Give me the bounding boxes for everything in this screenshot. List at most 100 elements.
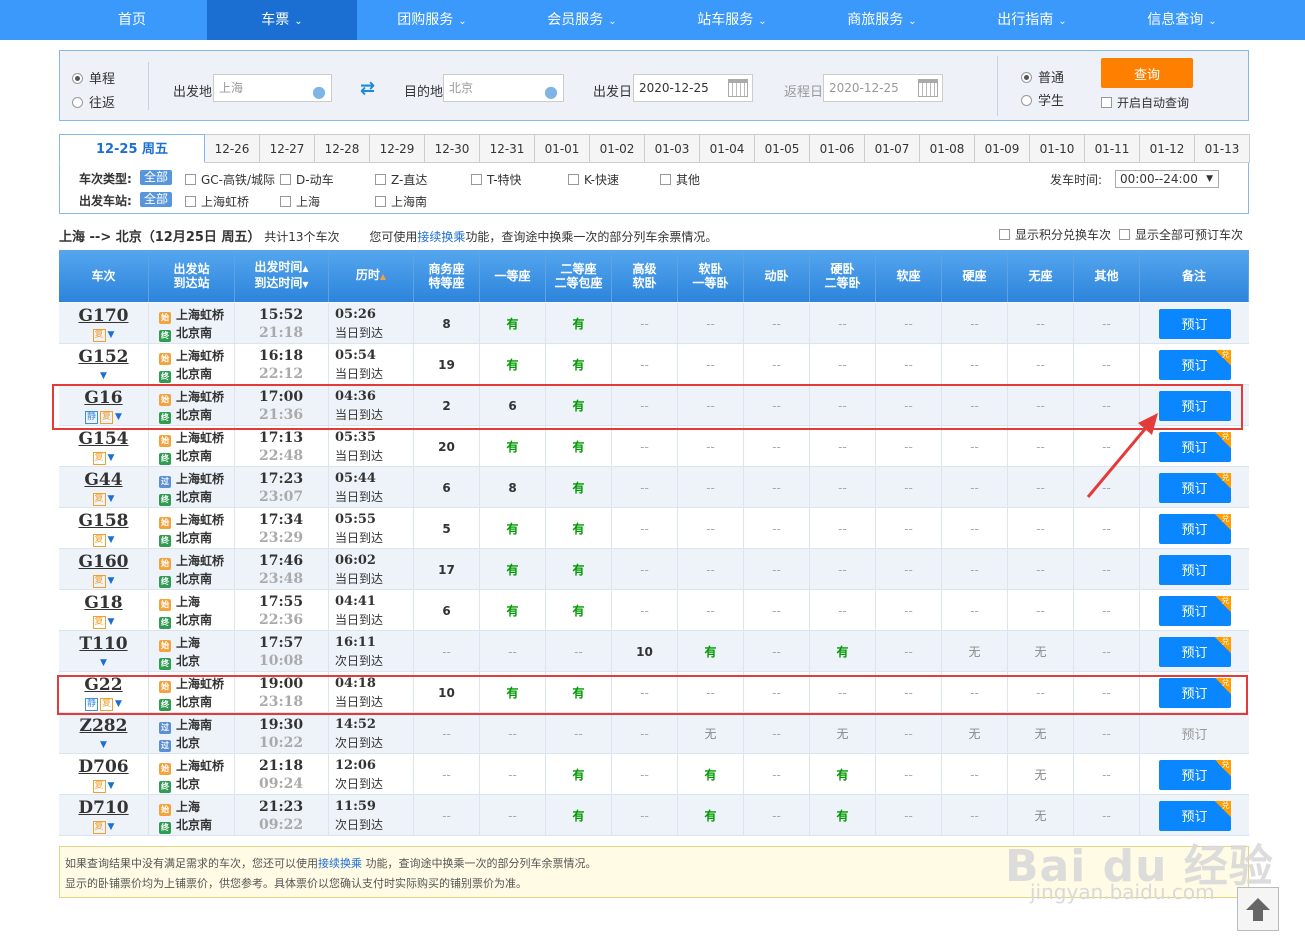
- station-checkbox[interactable]: 上海南: [375, 193, 427, 210]
- auto-query-checkbox[interactable]: 开启自动查询: [1101, 94, 1189, 111]
- expand-arrow-icon[interactable]: ▼: [100, 371, 107, 381]
- seat-availability[interactable]: 有: [480, 303, 546, 344]
- expand-arrow-icon[interactable]: ▼: [108, 822, 115, 832]
- expand-arrow-icon[interactable]: ▼: [108, 330, 115, 340]
- train-number-link[interactable]: G158: [78, 511, 128, 531]
- expand-arrow-icon[interactable]: ▼: [100, 658, 107, 668]
- seat-availability[interactable]: 有: [480, 344, 546, 385]
- book-button[interactable]: 预订: [1158, 554, 1231, 585]
- tab-date[interactable]: 01-02: [590, 134, 645, 163]
- seat-availability[interactable]: 有: [546, 549, 612, 590]
- tab-date[interactable]: 01-07: [865, 134, 920, 163]
- swap-icon[interactable]: ⇄: [360, 78, 375, 99]
- nav-item[interactable]: 团购服务 ⌄: [357, 0, 507, 40]
- seat-availability[interactable]: 有: [810, 795, 876, 836]
- search-button[interactable]: 查询: [1101, 58, 1193, 88]
- seat-availability[interactable]: 有: [546, 344, 612, 385]
- tab-date[interactable]: 01-13: [1195, 134, 1250, 163]
- book-button[interactable]: 预订兑: [1158, 513, 1231, 544]
- nav-item[interactable]: 首页: [57, 0, 207, 40]
- train-type-checkbox[interactable]: K-快速: [568, 171, 619, 188]
- nav-item[interactable]: 出行指南 ⌄: [957, 0, 1107, 40]
- seat-availability[interactable]: 6: [414, 590, 480, 631]
- seat-availability[interactable]: 有: [480, 549, 546, 590]
- train-number-link[interactable]: G170: [78, 306, 128, 326]
- seat-availability[interactable]: 有: [546, 426, 612, 467]
- book-button[interactable]: 预订: [1158, 308, 1231, 339]
- tab-date[interactable]: 01-03: [645, 134, 700, 163]
- train-number-link[interactable]: G18: [84, 593, 122, 613]
- station-checkbox[interactable]: 上海: [280, 193, 320, 210]
- tab-date[interactable]: 12-31: [480, 134, 535, 163]
- train-number-link[interactable]: G44: [84, 470, 122, 490]
- train-type-checkbox[interactable]: GC-高铁/城际: [185, 171, 275, 188]
- seat-availability[interactable]: 19: [414, 344, 480, 385]
- tab-date[interactable]: 01-01: [535, 134, 590, 163]
- seat-availability[interactable]: 有: [678, 754, 744, 795]
- seat-availability[interactable]: 8: [480, 467, 546, 508]
- one-way-radio[interactable]: 单程: [72, 68, 115, 87]
- seat-availability[interactable]: 有: [546, 303, 612, 344]
- seat-availability[interactable]: 5: [414, 508, 480, 549]
- sort-icon[interactable]: ▲: [380, 272, 386, 281]
- tab-date[interactable]: 12-27: [260, 134, 315, 163]
- nav-item[interactable]: 站车服务 ⌄: [657, 0, 807, 40]
- train-number-link[interactable]: D710: [78, 798, 128, 818]
- transfer-link[interactable]: 接续换乘: [318, 857, 362, 870]
- book-button[interactable]: 预订兑: [1158, 595, 1231, 626]
- train-number-link[interactable]: T110: [79, 634, 127, 654]
- seat-availability[interactable]: 20: [414, 426, 480, 467]
- points-checkbox[interactable]: 显示积分兑换车次: [999, 226, 1111, 243]
- seat-availability[interactable]: 有: [480, 590, 546, 631]
- expand-arrow-icon[interactable]: ▼: [108, 535, 115, 545]
- column-header[interactable]: 出发时间▲ 到达时间▼: [235, 250, 329, 302]
- seat-availability[interactable]: 10: [612, 631, 678, 672]
- train-type-checkbox[interactable]: 其他: [660, 171, 700, 188]
- tab-date[interactable]: 12-29: [370, 134, 425, 163]
- nav-item[interactable]: 信息查询 ⌄: [1107, 0, 1257, 40]
- tab-date[interactable]: 01-12: [1140, 134, 1195, 163]
- to-input[interactable]: 北京 ●: [443, 74, 564, 102]
- seat-availability[interactable]: 有: [546, 795, 612, 836]
- tab-date[interactable]: 01-08: [920, 134, 975, 163]
- seat-availability[interactable]: 有: [480, 508, 546, 549]
- seat-availability[interactable]: 6: [414, 467, 480, 508]
- tab-date[interactable]: 01-05: [755, 134, 810, 163]
- column-header[interactable]: 历时▲: [329, 250, 414, 302]
- train-type-checkbox[interactable]: D-动车: [280, 171, 334, 188]
- expand-arrow-icon[interactable]: ▼: [108, 617, 115, 627]
- expand-arrow-icon[interactable]: ▼: [108, 494, 115, 504]
- round-trip-radio[interactable]: 往返: [72, 92, 115, 111]
- tab-date[interactable]: 12-30: [425, 134, 480, 163]
- calendar-icon[interactable]: [918, 79, 938, 97]
- seat-availability[interactable]: 17: [414, 549, 480, 590]
- transfer-link[interactable]: 接续换乘: [417, 230, 465, 244]
- book-button[interactable]: 预订兑: [1158, 636, 1231, 667]
- seat-availability[interactable]: 有: [546, 754, 612, 795]
- calendar-icon[interactable]: [728, 79, 748, 97]
- book-button[interactable]: 预订兑: [1158, 759, 1231, 790]
- sort-icon[interactable]: ▼: [302, 280, 308, 289]
- seat-availability[interactable]: 有: [546, 467, 612, 508]
- seat-availability[interactable]: 有: [480, 426, 546, 467]
- seat-availability[interactable]: 有: [810, 754, 876, 795]
- book-button[interactable]: 预订兑: [1158, 349, 1231, 380]
- station-checkbox[interactable]: 上海虹桥: [185, 193, 249, 210]
- departure-time-select[interactable]: 00:00--24:00 ▼: [1115, 170, 1219, 188]
- tab-date[interactable]: 01-10: [1030, 134, 1085, 163]
- tab-date[interactable]: 01-09: [975, 134, 1030, 163]
- expand-arrow-icon[interactable]: ▼: [100, 740, 107, 750]
- expand-arrow-icon[interactable]: ▼: [108, 453, 115, 463]
- train-number-link[interactable]: G152: [78, 347, 128, 367]
- seat-availability[interactable]: 有: [546, 508, 612, 549]
- tab-date[interactable]: 12-26: [205, 134, 260, 163]
- train-number-link[interactable]: G154: [78, 429, 128, 449]
- show-all-checkbox[interactable]: 显示全部可预订车次: [1119, 226, 1243, 243]
- expand-arrow-icon[interactable]: ▼: [108, 576, 115, 586]
- train-number-link[interactable]: G160: [78, 552, 128, 572]
- train-type-all-button[interactable]: 全部: [140, 170, 173, 185]
- seat-availability[interactable]: 有: [546, 590, 612, 631]
- tab-date-active[interactable]: 12-25 周五: [59, 134, 205, 163]
- train-number-link[interactable]: D706: [78, 757, 128, 777]
- train-number-link[interactable]: Z282: [80, 716, 128, 736]
